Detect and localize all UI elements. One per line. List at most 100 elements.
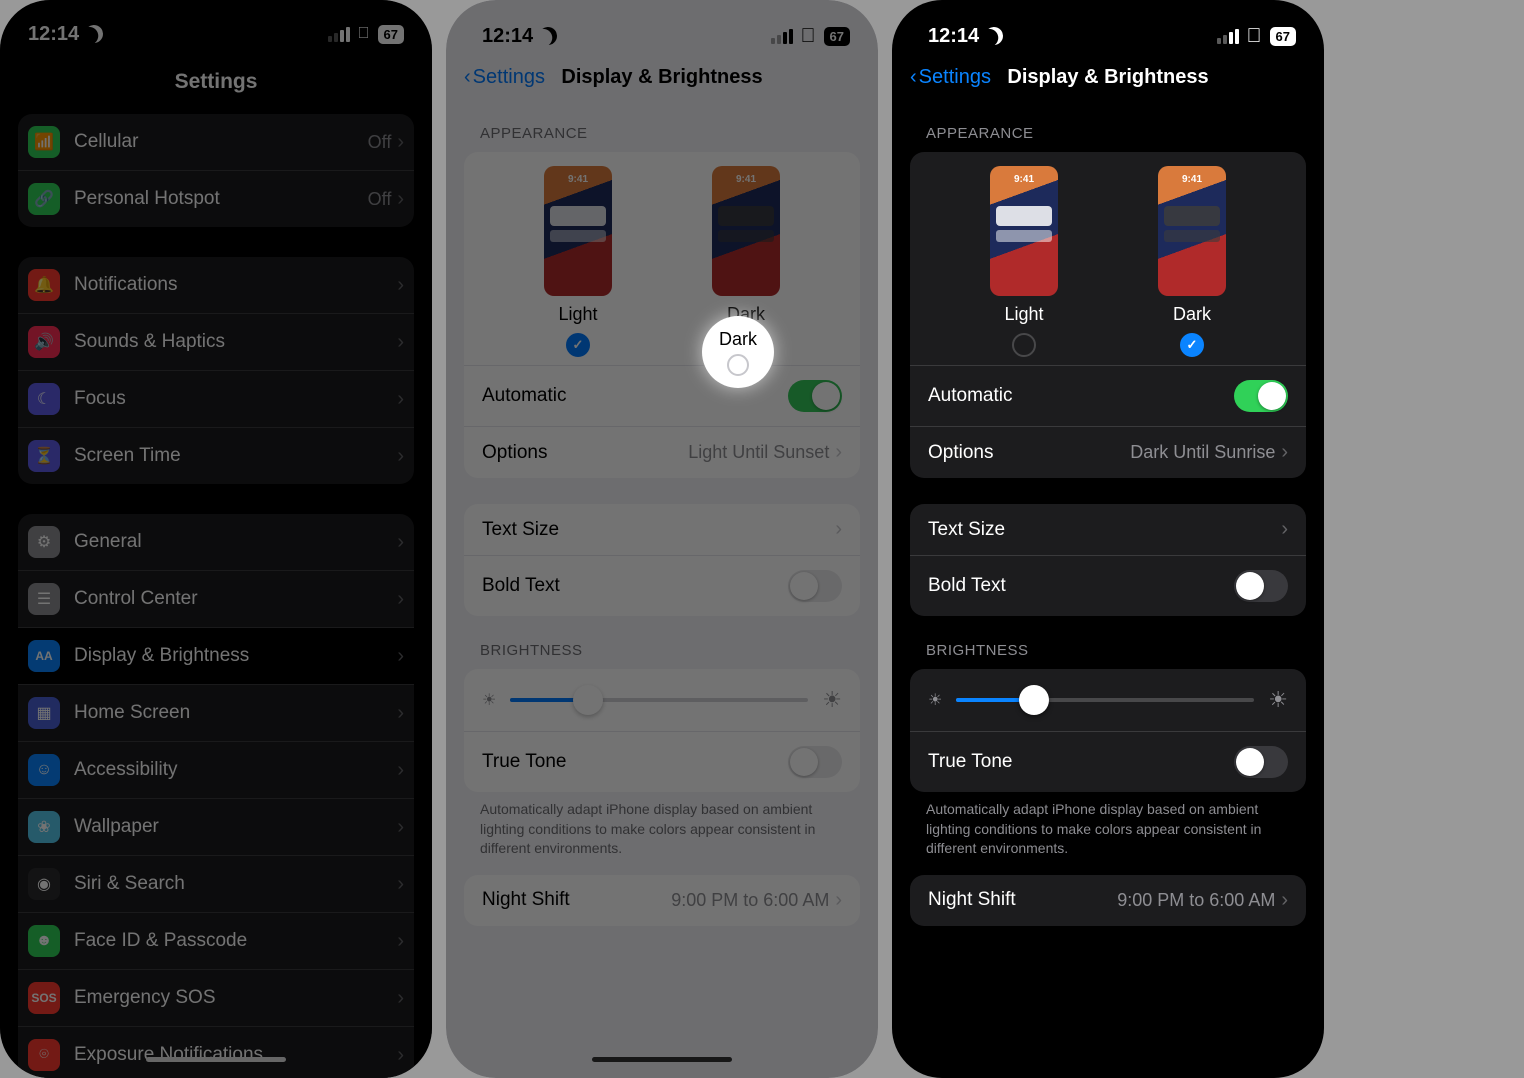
row-label: General bbox=[74, 531, 397, 553]
true-tone-row: True Tone bbox=[910, 731, 1306, 792]
chevron-right-icon: › bbox=[397, 873, 404, 896]
true-tone-row: True Tone bbox=[464, 731, 860, 792]
row-label: Home Screen bbox=[74, 702, 397, 724]
dark-radio[interactable] bbox=[1180, 333, 1204, 357]
grid-icon: ▦ bbox=[28, 697, 60, 729]
sun-max-icon: ☀︎ bbox=[822, 687, 842, 713]
settings-row-general[interactable]: ⚙︎General› bbox=[18, 514, 414, 571]
settings-row-siri-search[interactable]: ◉ Siri & Search› bbox=[18, 856, 414, 913]
chevron-right-icon: › bbox=[835, 889, 842, 912]
row-label: Display & Brightness bbox=[74, 645, 397, 667]
true-tone-toggle[interactable] bbox=[1234, 746, 1288, 778]
chevron-right-icon: › bbox=[397, 274, 404, 297]
settings-row-emergency-sos[interactable]: SOSEmergency SOS› bbox=[18, 970, 414, 1027]
brightness-slider[interactable] bbox=[956, 698, 1254, 702]
settings-row-display-brightness[interactable]: AADisplay & Brightness› bbox=[18, 628, 414, 685]
settings-row-face-id-passcode[interactable]: ☻Face ID & Passcode› bbox=[18, 913, 414, 970]
section-header-brightness: BRIGHTNESS bbox=[892, 616, 1324, 669]
focus-moon-icon bbox=[538, 26, 559, 47]
battery-indicator: 67 bbox=[378, 25, 404, 44]
hotspot-icon: 🔗 bbox=[28, 183, 60, 215]
chevron-right-icon: › bbox=[397, 1044, 404, 1067]
text-size-row[interactable]: Text Size › bbox=[464, 504, 860, 555]
cellular-signal-icon bbox=[1217, 29, 1239, 44]
chevron-right-icon: › bbox=[397, 188, 404, 211]
virus-icon: ⌾ bbox=[28, 1039, 60, 1071]
appearance-light-option[interactable]: Light bbox=[990, 166, 1058, 357]
light-thumbnail bbox=[544, 166, 612, 296]
brightness-slider[interactable] bbox=[510, 698, 808, 702]
chevron-right-icon: › bbox=[397, 131, 404, 154]
settings-row-sounds-haptics[interactable]: 🔊Sounds & Haptics› bbox=[18, 314, 414, 371]
night-shift-row[interactable]: Night Shift 9:00 PM to 6:00 AM › bbox=[910, 875, 1306, 926]
appearance-dark-option[interactable]: Dark bbox=[1158, 166, 1226, 357]
chevron-right-icon: › bbox=[835, 441, 842, 464]
brightness-slider-row: ☀︎ ☀︎ bbox=[910, 669, 1306, 731]
status-time: 12:14 bbox=[928, 25, 979, 48]
back-button[interactable]: ‹ Settings bbox=[910, 66, 991, 89]
settings-row-notifications[interactable]: 🔔Notifications› bbox=[18, 257, 414, 314]
tap-highlight-dark: Dark bbox=[702, 316, 774, 388]
bold-text-toggle[interactable] bbox=[1234, 570, 1288, 602]
bold-text-toggle[interactable] bbox=[788, 570, 842, 602]
section-header-appearance: APPEARANCE bbox=[892, 99, 1324, 152]
settings-row-control-center[interactable]: ☰Control Center› bbox=[18, 571, 414, 628]
home-indicator[interactable] bbox=[146, 1057, 286, 1062]
settings-row-focus[interactable]: ☾Focus› bbox=[18, 371, 414, 428]
text-size-row[interactable]: Text Size › bbox=[910, 504, 1306, 555]
chevron-right-icon: › bbox=[397, 445, 404, 468]
display-brightness-light-screen: 12:14 􀙇 67 ‹ Settings Display & Brightne… bbox=[446, 0, 878, 1078]
home-indicator[interactable] bbox=[592, 1057, 732, 1062]
true-tone-toggle[interactable] bbox=[788, 746, 842, 778]
status-time: 12:14 bbox=[482, 25, 533, 48]
chevron-right-icon: › bbox=[1281, 889, 1288, 912]
page-title: Settings bbox=[0, 54, 432, 106]
back-button[interactable]: ‹ Settings bbox=[464, 66, 545, 89]
automatic-toggle[interactable] bbox=[788, 380, 842, 412]
settings-row-exposure-notifications[interactable]: ⌾Exposure Notifications› bbox=[18, 1027, 414, 1078]
chevron-left-icon: ‹ bbox=[910, 66, 917, 89]
automatic-toggle[interactable] bbox=[1234, 380, 1288, 412]
settings-row-personal-hotspot[interactable]: 🔗 Personal HotspotOff› bbox=[18, 171, 414, 227]
settings-row-home-screen[interactable]: ▦ Home Screen› bbox=[18, 685, 414, 742]
night-shift-row[interactable]: Night Shift 9:00 PM to 6:00 AM › bbox=[464, 875, 860, 926]
chevron-right-icon: › bbox=[397, 645, 404, 668]
options-row[interactable]: Options Light Until Sunset › bbox=[464, 426, 860, 478]
page-title: Display & Brightness bbox=[561, 66, 762, 89]
settings-row-cellular[interactable]: 📶CellularOff› bbox=[18, 114, 414, 171]
appearance-light-option[interactable]: Light bbox=[544, 166, 612, 357]
settings-row-screen-time[interactable]: ⏳Screen Time› bbox=[18, 428, 414, 484]
row-label: Personal Hotspot bbox=[74, 188, 368, 210]
sun-min-icon: ☀︎ bbox=[482, 690, 496, 710]
sun-max-icon: ☀︎ bbox=[1268, 687, 1288, 713]
battery-indicator: 67 bbox=[1270, 27, 1296, 46]
row-label: Siri & Search bbox=[74, 873, 397, 895]
flower-icon: ❀ bbox=[28, 811, 60, 843]
battery-indicator: 67 bbox=[824, 27, 850, 46]
nav-bar: ‹ Settings Display & Brightness bbox=[892, 56, 1324, 99]
chevron-right-icon: › bbox=[397, 759, 404, 782]
bold-text-row: Bold Text bbox=[910, 555, 1306, 616]
bell-icon: 🔔 bbox=[28, 269, 60, 301]
chevron-right-icon: › bbox=[1281, 518, 1288, 541]
chevron-right-icon: › bbox=[397, 588, 404, 611]
row-label: Focus bbox=[74, 388, 397, 410]
light-thumbnail bbox=[990, 166, 1058, 296]
row-value: Off bbox=[368, 189, 392, 210]
chevron-left-icon: ‹ bbox=[464, 66, 471, 89]
focus-moon-icon bbox=[984, 26, 1005, 47]
light-radio[interactable] bbox=[1012, 333, 1036, 357]
cellular-signal-icon bbox=[771, 29, 793, 44]
chevron-right-icon: › bbox=[397, 702, 404, 725]
options-row[interactable]: Options Dark Until Sunrise › bbox=[910, 426, 1306, 478]
text-card: Text Size › Bold Text bbox=[464, 504, 860, 616]
settings-row-wallpaper[interactable]: ❀Wallpaper› bbox=[18, 799, 414, 856]
bold-text-row: Bold Text bbox=[464, 555, 860, 616]
switches-icon: ☰ bbox=[28, 583, 60, 615]
light-radio[interactable] bbox=[566, 333, 590, 357]
siri-icon: ◉ bbox=[28, 868, 60, 900]
cellular-icon: 📶 bbox=[28, 126, 60, 158]
section-header-brightness: BRIGHTNESS bbox=[446, 616, 878, 669]
settings-row-accessibility[interactable]: ☺︎Accessibility› bbox=[18, 742, 414, 799]
faceid-icon: ☻ bbox=[28, 925, 60, 957]
